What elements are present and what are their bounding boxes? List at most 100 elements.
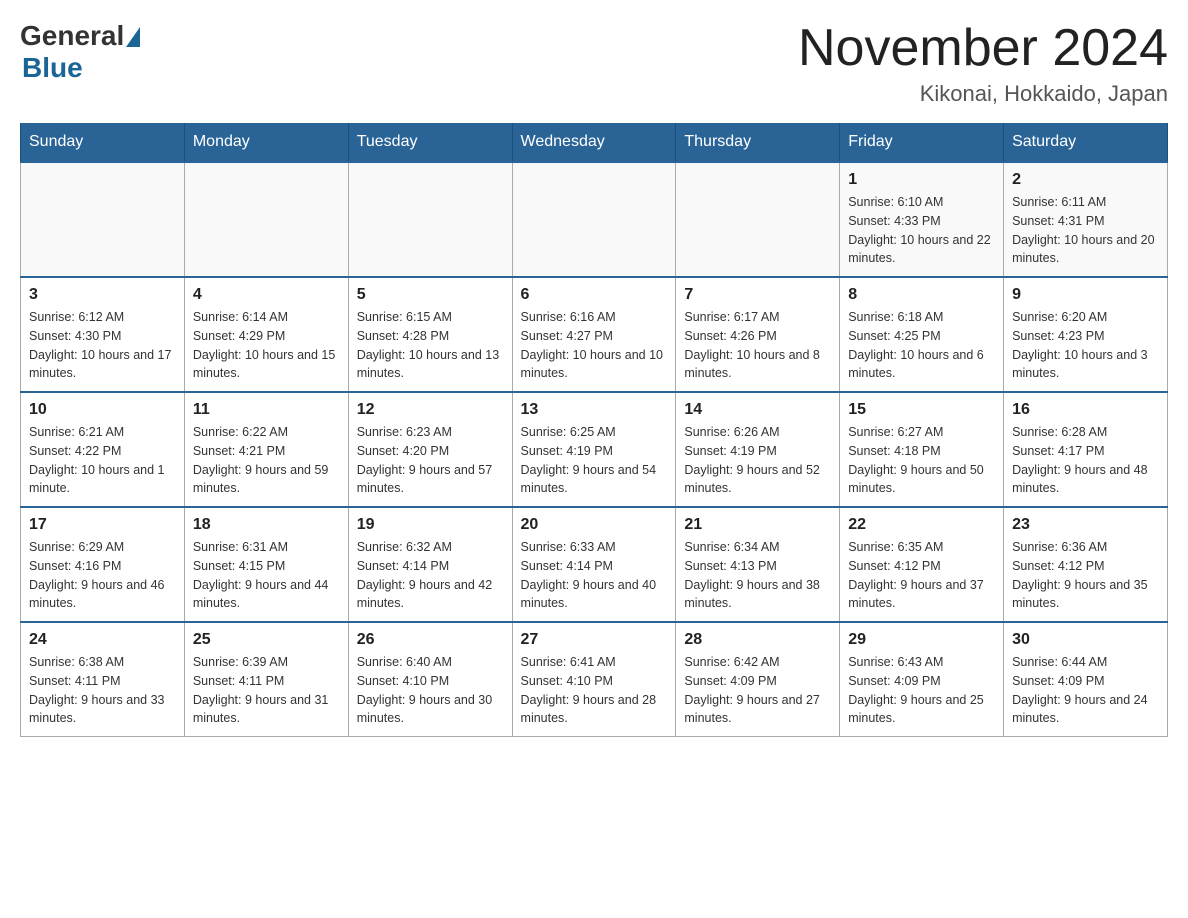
calendar-week-row: 17 Sunrise: 6:29 AMSunset: 4:16 PMDayligh…	[21, 507, 1168, 622]
day-info: Sunrise: 6:18 AMSunset: 4:25 PMDaylight:…	[848, 308, 995, 383]
day-number: 19	[357, 516, 504, 534]
calendar-week-row: 3 Sunrise: 6:12 AMSunset: 4:30 PMDaylight…	[21, 277, 1168, 392]
calendar-cell: 14 Sunrise: 6:26 AMSunset: 4:19 PMDayligh…	[676, 392, 840, 507]
calendar-header-row: SundayMondayTuesdayWednesdayThursdayFrid…	[21, 123, 1168, 162]
day-info: Sunrise: 6:41 AMSunset: 4:10 PMDaylight:…	[521, 653, 668, 728]
day-info: Sunrise: 6:14 AMSunset: 4:29 PMDaylight:…	[193, 308, 340, 383]
day-of-week-header: Wednesday	[512, 123, 676, 162]
day-number: 6	[521, 286, 668, 304]
day-number: 10	[29, 401, 176, 419]
day-number: 30	[1012, 631, 1159, 649]
calendar-cell	[21, 162, 185, 277]
calendar-cell: 21Sunrise: 6:34 AMSunset: 4:13 PMDayligh…	[676, 507, 840, 622]
calendar-cell: 29Sunrise: 6:43 AMSunset: 4:09 PMDayligh…	[840, 622, 1004, 737]
logo-general-text: General	[20, 20, 124, 52]
day-number: 2	[1012, 171, 1159, 189]
calendar-cell: 12Sunrise: 6:23 AMSunset: 4:20 PMDayligh…	[348, 392, 512, 507]
calendar-cell: 2 Sunrise: 6:11 AMSunset: 4:31 PMDaylight…	[1004, 162, 1168, 277]
day-number: 26	[357, 631, 504, 649]
day-number: 28	[684, 631, 831, 649]
title-area: November 2024 Kikonai, Hokkaido, Japan	[798, 20, 1168, 107]
day-number: 4	[193, 286, 340, 304]
calendar-cell: 1Sunrise: 6:10 AMSunset: 4:33 PMDaylight…	[840, 162, 1004, 277]
calendar-cell: 27 Sunrise: 6:41 AMSunset: 4:10 PMDayligh…	[512, 622, 676, 737]
day-info: Sunrise: 6:39 AMSunset: 4:11 PMDaylight:…	[193, 653, 340, 728]
calendar-cell	[348, 162, 512, 277]
day-info: Sunrise: 6:42 AMSunset: 4:09 PMDaylight:…	[684, 653, 831, 728]
day-info: Sunrise: 6:29 AMSunset: 4:16 PMDaylight:…	[29, 538, 176, 613]
logo-triangle-icon	[126, 27, 140, 47]
day-info: Sunrise: 6:33 AMSunset: 4:14 PMDaylight:…	[521, 538, 668, 613]
day-number: 11	[193, 401, 340, 419]
day-number: 24	[29, 631, 176, 649]
calendar-cell: 23 Sunrise: 6:36 AMSunset: 4:12 PMDayligh…	[1004, 507, 1168, 622]
day-number: 3	[29, 286, 176, 304]
day-number: 12	[357, 401, 504, 419]
calendar-cell: 8 Sunrise: 6:18 AMSunset: 4:25 PMDaylight…	[840, 277, 1004, 392]
day-number: 7	[684, 286, 831, 304]
calendar-cell: 22Sunrise: 6:35 AMSunset: 4:12 PMDayligh…	[840, 507, 1004, 622]
calendar-cell: 19 Sunrise: 6:32 AMSunset: 4:14 PMDayligh…	[348, 507, 512, 622]
calendar-week-row: 1Sunrise: 6:10 AMSunset: 4:33 PMDaylight…	[21, 162, 1168, 277]
day-number: 20	[521, 516, 668, 534]
calendar-cell: 4 Sunrise: 6:14 AMSunset: 4:29 PMDaylight…	[184, 277, 348, 392]
day-number: 16	[1012, 401, 1159, 419]
day-info: Sunrise: 6:21 AMSunset: 4:22 PMDaylight:…	[29, 423, 176, 498]
day-info: Sunrise: 6:28 AMSunset: 4:17 PMDaylight:…	[1012, 423, 1159, 498]
day-number: 27	[521, 631, 668, 649]
day-number: 13	[521, 401, 668, 419]
calendar-cell: 25 Sunrise: 6:39 AMSunset: 4:11 PMDayligh…	[184, 622, 348, 737]
logo-blue-text: Blue	[22, 52, 83, 84]
calendar-cell: 17 Sunrise: 6:29 AMSunset: 4:16 PMDayligh…	[21, 507, 185, 622]
page-header: General Blue November 2024 Kikonai, Hokk…	[20, 20, 1168, 107]
day-info: Sunrise: 6:38 AMSunset: 4:11 PMDaylight:…	[29, 653, 176, 728]
day-info: Sunrise: 6:27 AMSunset: 4:18 PMDaylight:…	[848, 423, 995, 498]
calendar-cell: 9 Sunrise: 6:20 AMSunset: 4:23 PMDaylight…	[1004, 277, 1168, 392]
day-number: 1	[848, 171, 995, 189]
day-number: 25	[193, 631, 340, 649]
day-info: Sunrise: 6:16 AMSunset: 4:27 PMDaylight:…	[521, 308, 668, 383]
day-of-week-header: Friday	[840, 123, 1004, 162]
calendar-table: SundayMondayTuesdayWednesdayThursdayFrid…	[20, 123, 1168, 737]
calendar-cell: 5Sunrise: 6:15 AMSunset: 4:28 PMDaylight…	[348, 277, 512, 392]
location-subtitle: Kikonai, Hokkaido, Japan	[798, 81, 1168, 107]
calendar-cell	[512, 162, 676, 277]
day-info: Sunrise: 6:44 AMSunset: 4:09 PMDaylight:…	[1012, 653, 1159, 728]
day-info: Sunrise: 6:20 AMSunset: 4:23 PMDaylight:…	[1012, 308, 1159, 383]
day-number: 18	[193, 516, 340, 534]
day-number: 8	[848, 286, 995, 304]
day-info: Sunrise: 6:12 AMSunset: 4:30 PMDaylight:…	[29, 308, 176, 383]
day-of-week-header: Tuesday	[348, 123, 512, 162]
day-info: Sunrise: 6:26 AMSunset: 4:19 PMDaylight:…	[684, 423, 831, 498]
calendar-cell: 13 Sunrise: 6:25 AMSunset: 4:19 PMDayligh…	[512, 392, 676, 507]
day-info: Sunrise: 6:25 AMSunset: 4:19 PMDaylight:…	[521, 423, 668, 498]
calendar-cell: 24 Sunrise: 6:38 AMSunset: 4:11 PMDayligh…	[21, 622, 185, 737]
calendar-cell: 15Sunrise: 6:27 AMSunset: 4:18 PMDayligh…	[840, 392, 1004, 507]
calendar-cell: 20 Sunrise: 6:33 AMSunset: 4:14 PMDayligh…	[512, 507, 676, 622]
calendar-cell: 3 Sunrise: 6:12 AMSunset: 4:30 PMDaylight…	[21, 277, 185, 392]
day-of-week-header: Sunday	[21, 123, 185, 162]
day-info: Sunrise: 6:32 AMSunset: 4:14 PMDaylight:…	[357, 538, 504, 613]
calendar-cell: 11 Sunrise: 6:22 AMSunset: 4:21 PMDayligh…	[184, 392, 348, 507]
logo: General Blue	[20, 20, 140, 84]
calendar-cell: 26Sunrise: 6:40 AMSunset: 4:10 PMDayligh…	[348, 622, 512, 737]
day-number: 17	[29, 516, 176, 534]
day-info: Sunrise: 6:36 AMSunset: 4:12 PMDaylight:…	[1012, 538, 1159, 613]
calendar-cell: 18Sunrise: 6:31 AMSunset: 4:15 PMDayligh…	[184, 507, 348, 622]
calendar-cell: 6 Sunrise: 6:16 AMSunset: 4:27 PMDaylight…	[512, 277, 676, 392]
day-number: 22	[848, 516, 995, 534]
day-info: Sunrise: 6:11 AMSunset: 4:31 PMDaylight:…	[1012, 193, 1159, 268]
day-number: 5	[357, 286, 504, 304]
day-number: 14	[684, 401, 831, 419]
day-number: 9	[1012, 286, 1159, 304]
calendar-cell	[184, 162, 348, 277]
day-of-week-header: Thursday	[676, 123, 840, 162]
calendar-cell: 28 Sunrise: 6:42 AMSunset: 4:09 PMDayligh…	[676, 622, 840, 737]
calendar-week-row: 24 Sunrise: 6:38 AMSunset: 4:11 PMDayligh…	[21, 622, 1168, 737]
day-info: Sunrise: 6:22 AMSunset: 4:21 PMDaylight:…	[193, 423, 340, 498]
day-info: Sunrise: 6:17 AMSunset: 4:26 PMDaylight:…	[684, 308, 831, 383]
day-of-week-header: Saturday	[1004, 123, 1168, 162]
day-info: Sunrise: 6:43 AMSunset: 4:09 PMDaylight:…	[848, 653, 995, 728]
day-number: 23	[1012, 516, 1159, 534]
calendar-cell: 30 Sunrise: 6:44 AMSunset: 4:09 PMDayligh…	[1004, 622, 1168, 737]
